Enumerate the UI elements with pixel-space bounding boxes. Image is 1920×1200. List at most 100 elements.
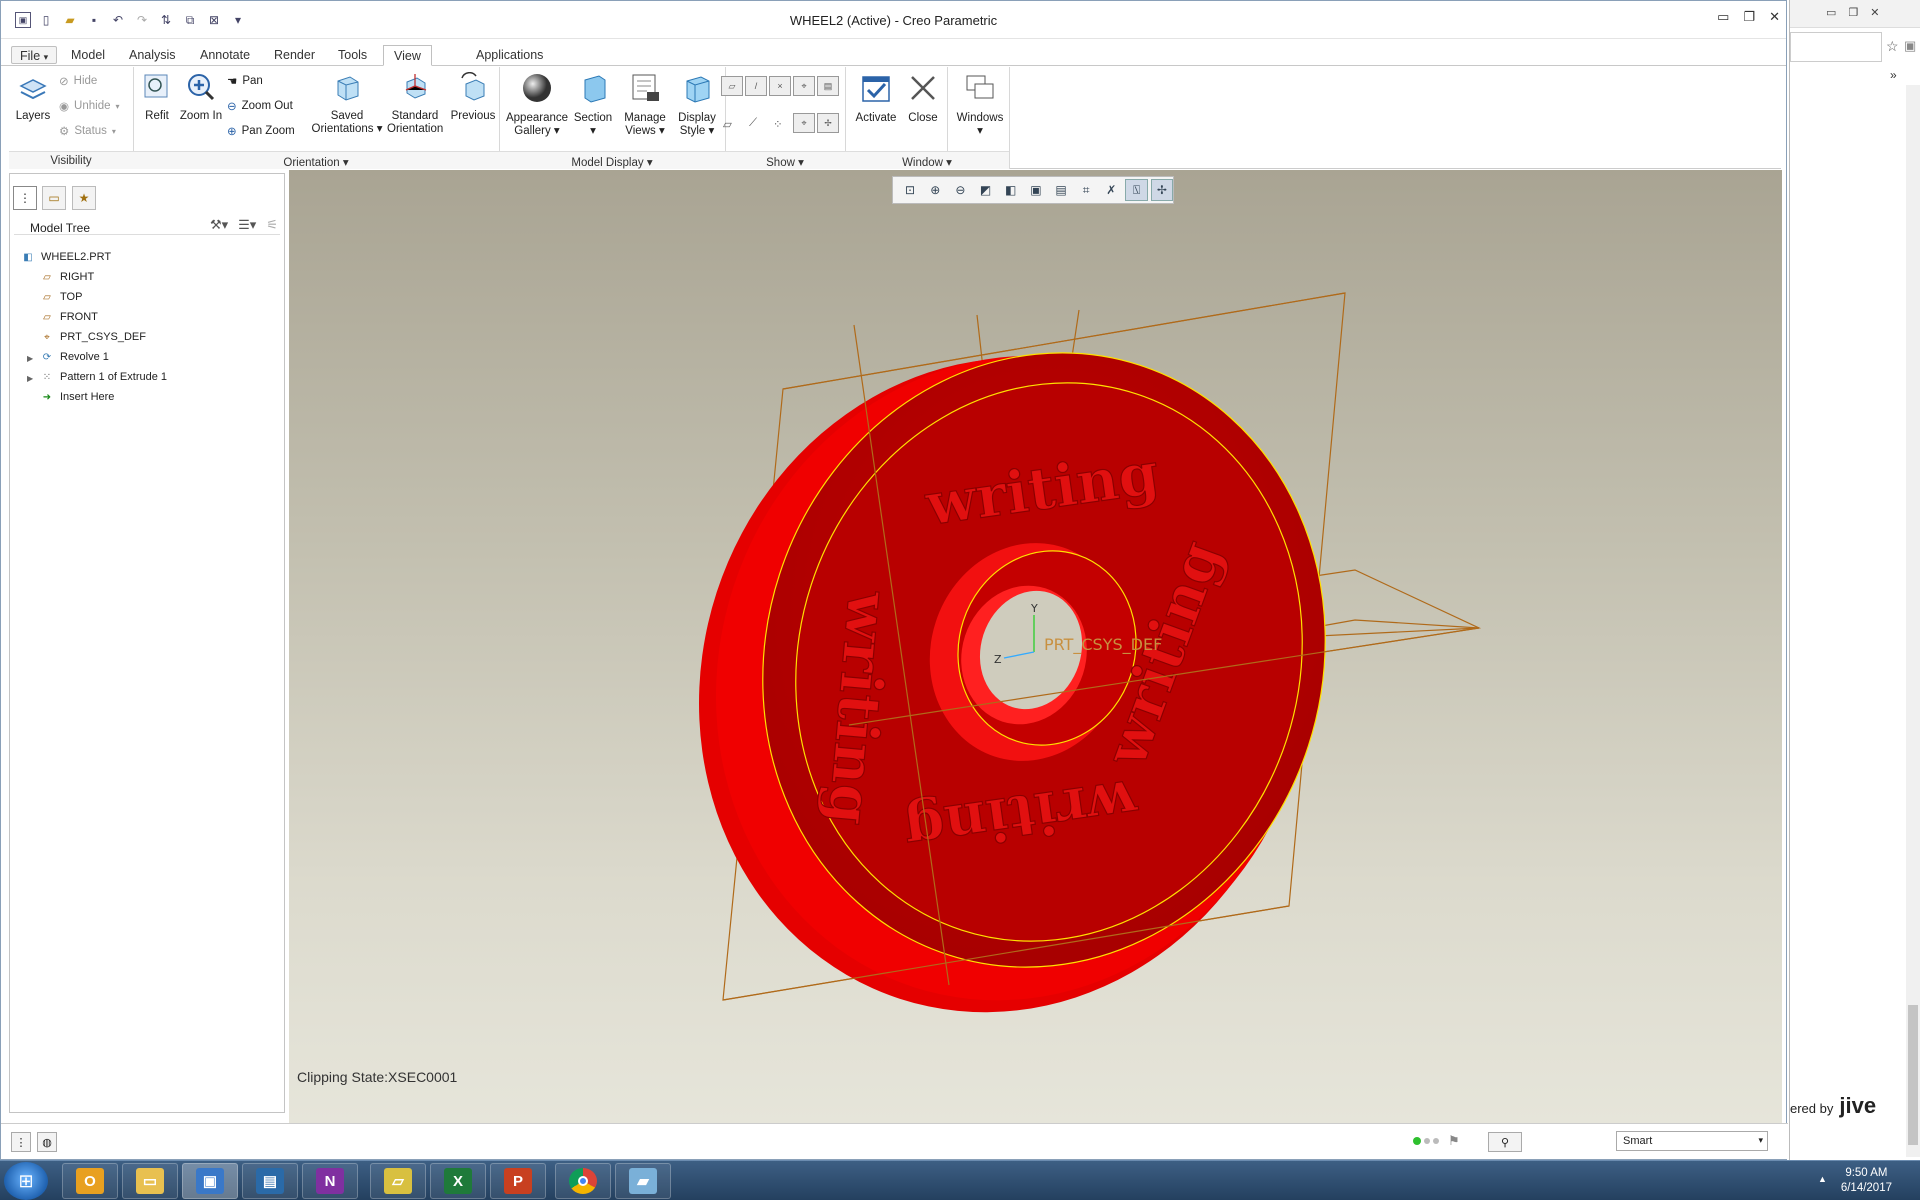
hide-button[interactable]: ⊘ Hide	[59, 74, 97, 88]
onenote-icon: N	[316, 1168, 344, 1194]
group-show[interactable]: Show ▾	[725, 151, 845, 169]
point-display-toggle[interactable]: ×	[769, 76, 791, 96]
tab-analysis[interactable]: Analysis	[119, 45, 186, 66]
tree-item-insert-here[interactable]: ➜ Insert Here	[40, 391, 115, 403]
group-model-display[interactable]: Model Display ▾	[499, 151, 725, 169]
spin-center-toggle[interactable]: ✢	[817, 113, 839, 133]
browser-maximize-button[interactable]: ❐	[1848, 6, 1858, 19]
tree-show-icon[interactable]: ☰▾	[238, 217, 256, 233]
selection-filter[interactable]: Smart ▾	[1616, 1131, 1768, 1151]
tab-render[interactable]: Render	[264, 45, 325, 66]
taskbar-outlook[interactable]: O	[62, 1163, 118, 1199]
annotation-display-toggle[interactable]: ▤	[817, 76, 839, 96]
tab-model[interactable]: Model	[61, 45, 115, 66]
tab-tools[interactable]: Tools	[328, 45, 377, 66]
browser-close-button[interactable]: ✕	[1870, 6, 1879, 19]
tree-item-front[interactable]: ▱ FRONT	[40, 311, 98, 323]
axis-tag-toggle[interactable]: ⟋	[749, 117, 757, 130]
taskbar-creo[interactable]: ▣	[182, 1163, 238, 1199]
address-bar[interactable]	[1790, 32, 1882, 62]
window-title: WHEEL2 (Active) - Creo Parametric	[789, 13, 998, 28]
activate-icon	[862, 76, 890, 102]
tree-item-part[interactable]: ◧ WHEEL2.PRT	[21, 251, 111, 263]
navigator-toggle-icon[interactable]: ⋮	[11, 1132, 31, 1152]
zoom-out-button[interactable]: ⊖ Zoom Out	[227, 99, 293, 113]
revolve-icon: ⟳	[42, 351, 52, 363]
taskbar-app[interactable]: ▤	[242, 1163, 298, 1199]
status-button[interactable]: ⚙ Status ▾	[59, 124, 116, 138]
taskbar-explorer[interactable]: ▭	[122, 1163, 178, 1199]
appearance-gallery-button[interactable]: Appearance Gallery ▾	[505, 72, 569, 138]
taskbar-powerpoint[interactable]: P	[490, 1163, 546, 1199]
csys-icon: ⌖	[44, 331, 50, 343]
taskbar-notes[interactable]: ▰	[615, 1163, 671, 1199]
tree-item-revolve[interactable]: ⟳ Revolve 1	[40, 351, 109, 363]
axis-display-toggle[interactable]: /	[745, 76, 767, 96]
section-icon	[584, 75, 606, 103]
expand-icon[interactable]: ▶	[27, 374, 33, 383]
minimize-button[interactable]: ▭	[1717, 9, 1729, 25]
chevron-right-icon[interactable]: »	[1890, 68, 1897, 82]
graphics-viewport[interactable]: ⊡ ⊕ ⊖ ◩ ◧ ▣ ▤ ⌗ ✗ ⍂ ✢ writing writing wr…	[289, 170, 1782, 1123]
unhide-button[interactable]: ◉ Unhide ▾	[59, 99, 120, 113]
taskbar-chrome[interactable]	[555, 1163, 611, 1199]
windows-button[interactable]: Windows ▾	[951, 72, 1009, 138]
section-button[interactable]: Section ▾	[571, 72, 615, 138]
tree-settings-icon[interactable]: ⚒▾	[210, 217, 228, 233]
csys-label: PRT_CSYS_DEF	[1044, 635, 1162, 655]
previous-button[interactable]: Previous	[449, 72, 497, 123]
model-canvas: writing writing writing writing Y Z PRT_…	[699, 292, 1482, 1013]
tree-item-right[interactable]: ▱ RIGHT	[40, 271, 94, 283]
tab-applications[interactable]: Applications	[466, 45, 553, 66]
clock[interactable]: 9:50 AM 6/14/2017	[1841, 1166, 1892, 1196]
refit-button[interactable]: Refit	[139, 72, 175, 123]
find-icon[interactable]: ⚲	[1488, 1132, 1522, 1152]
csys-display-toggle[interactable]: ⌖	[793, 76, 815, 96]
bookmark-star-icon[interactable]: ☆	[1886, 38, 1899, 55]
flag-icon[interactable]: ⚑	[1448, 1133, 1460, 1149]
tree-item-csys[interactable]: ⌖ PRT_CSYS_DEF	[40, 331, 146, 343]
plane-display-toggle[interactable]: ▱	[721, 76, 743, 96]
group-window[interactable]: Window ▾	[845, 151, 1009, 169]
tree-item-top[interactable]: ▱ TOP	[40, 291, 82, 303]
saved-orientations-button[interactable]: Saved Orientations ▾	[311, 72, 383, 136]
activate-button[interactable]: Activate	[851, 72, 901, 125]
start-button[interactable]: ⊞	[4, 1162, 48, 1200]
tab-annotate[interactable]: Annotate	[190, 45, 260, 66]
manage-views-button[interactable]: Manage Views ▾	[619, 72, 671, 138]
tab-file[interactable]: File ▾	[11, 46, 58, 64]
pan-zoom-button[interactable]: ⊕ Pan Zoom	[227, 124, 295, 138]
pan-button[interactable]: ☚ Pan	[227, 74, 263, 88]
browser-toggle-icon[interactable]: ◍	[37, 1132, 57, 1152]
wheel-part: writing writing writing writing	[699, 352, 1326, 1013]
maximize-button[interactable]: ❐	[1743, 9, 1755, 25]
plane-tag-toggle[interactable]: ▱	[723, 117, 732, 131]
browser-minimize-button[interactable]: ▭	[1826, 6, 1836, 19]
model-tree-tab-icon[interactable]: ⋮	[13, 186, 37, 210]
extension-icon[interactable]: ▣	[1904, 38, 1916, 54]
standard-orientation-button[interactable]: Standard Orientation	[387, 72, 443, 136]
taskbar-excel[interactable]: X	[430, 1163, 486, 1199]
layers-icon	[19, 79, 47, 100]
scrollbar[interactable]	[1906, 85, 1920, 1157]
sphere-icon	[523, 74, 551, 102]
favorites-tab-icon[interactable]: ★	[72, 186, 96, 210]
close-button[interactable]: ✕	[1769, 9, 1780, 25]
group-orientation[interactable]: Orientation ▾	[133, 151, 499, 169]
tree-item-pattern[interactable]: ⁙ Pattern 1 of Extrude 1	[40, 371, 167, 383]
tray-expand-icon[interactable]: ▲	[1818, 1174, 1827, 1184]
zoom-in-button[interactable]: Zoom In	[179, 72, 223, 123]
taskbar-onenote[interactable]: N	[302, 1163, 358, 1199]
taskbar-files[interactable]: ▱	[370, 1163, 426, 1199]
tree-filter-icon[interactable]: ⚟	[266, 217, 278, 233]
display-style-icon	[686, 76, 710, 103]
display-style-button[interactable]: Display Style ▾	[673, 72, 721, 138]
tab-view[interactable]: View	[383, 45, 432, 66]
csys-tag-toggle[interactable]: ⌖	[793, 113, 815, 133]
layers-button[interactable]: Layers	[13, 72, 53, 123]
folder-browser-tab-icon[interactable]: ▭	[42, 186, 66, 210]
point-tag-toggle[interactable]: ⁘	[773, 117, 783, 131]
close-window-button[interactable]: Close	[903, 72, 943, 125]
datum-plane-icon: ▱	[43, 291, 51, 303]
expand-icon[interactable]: ▶	[27, 354, 33, 363]
